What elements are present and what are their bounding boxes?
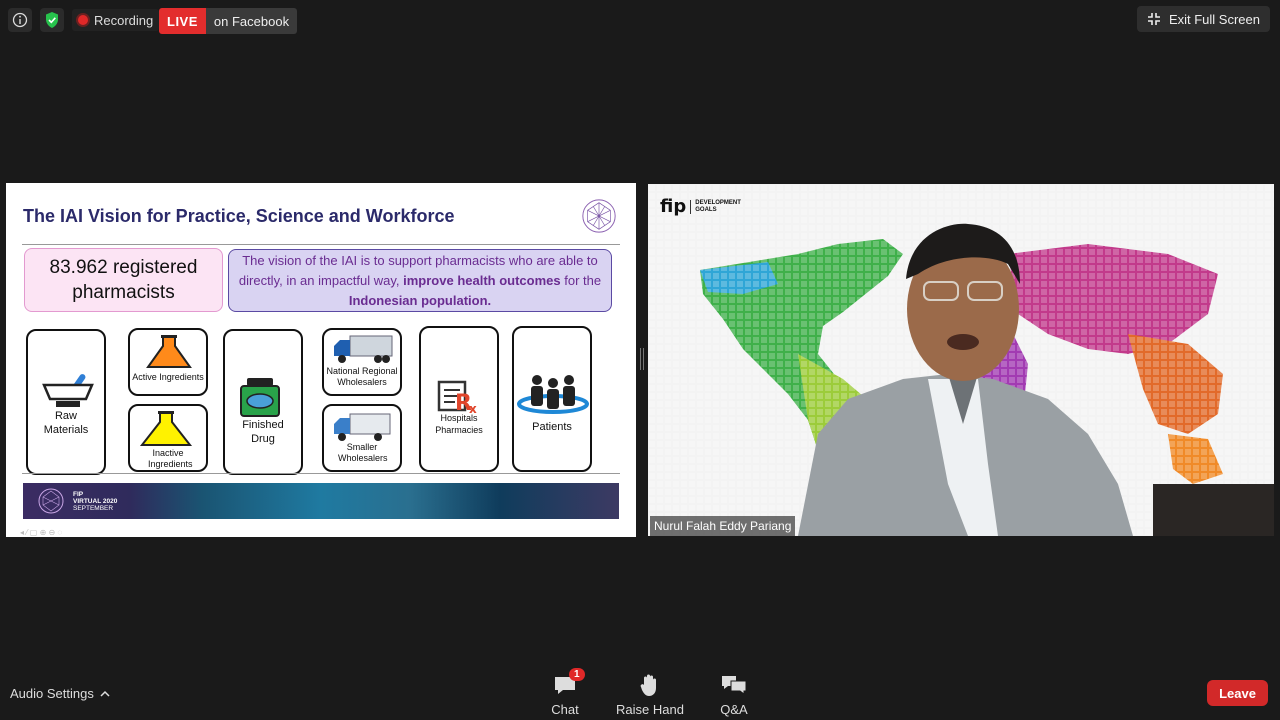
patients-label: Patients xyxy=(532,421,572,433)
shared-slide: The IAI Vision for Practice, Science and… xyxy=(6,183,636,537)
recording-indicator[interactable]: Recording xyxy=(72,9,160,31)
small-truck-icon xyxy=(334,413,391,441)
speaker-video-tile[interactable]: fip DEVELOPMENT GOALS Nurul Falah Eddy P… xyxy=(648,184,1274,536)
exit-fullscreen-icon xyxy=(1147,13,1160,25)
national-wholesalers-label: National Regional Wholesalers xyxy=(326,366,398,387)
rx-icon: R x xyxy=(437,380,477,414)
banner-text: FIP VIRTUAL 2020 SEPTEMBER xyxy=(73,491,117,512)
audio-settings-label: Audio Settings xyxy=(10,686,94,701)
patients-icon xyxy=(517,375,589,414)
stat-line-2: pharmacists xyxy=(72,282,175,303)
patients-box: Patients xyxy=(512,326,592,472)
yellow-flask-icon xyxy=(139,411,193,446)
chat-unread-badge: 1 xyxy=(569,668,585,681)
slide-divider-bottom xyxy=(22,473,620,474)
finished-drug-label: Finished Drug xyxy=(242,419,284,445)
qa-button[interactable]: Q&A xyxy=(694,672,774,717)
fip-development-goals-logo: fip DEVELOPMENT GOALS xyxy=(660,196,741,217)
exit-fullscreen-label: Exit Full Screen xyxy=(1168,11,1260,27)
shield-check-icon[interactable] xyxy=(40,8,64,32)
view-splitter-handle[interactable] xyxy=(640,348,644,370)
recording-label: Recording xyxy=(94,12,154,28)
banner-line-3: SEPTEMBER xyxy=(73,505,114,512)
world-map-background xyxy=(648,184,1274,536)
fip-logo-line-2: GOALS xyxy=(695,206,717,213)
national-wholesalers-box: National Regional Wholesalers xyxy=(322,328,402,396)
pill-bottle-icon xyxy=(240,378,280,417)
hospitals-pharmacies-box: R x Hospitals Pharmacies xyxy=(419,326,499,472)
stat-line-1: 83.962 registered xyxy=(49,257,198,278)
live-platform: on Facebook xyxy=(205,8,298,34)
mortar-pestle-icon xyxy=(42,374,94,407)
audio-settings-button[interactable]: Audio Settings xyxy=(10,686,110,701)
chat-button[interactable]: 1 Chat xyxy=(525,668,605,717)
finished-drug-box: Finished Drug xyxy=(223,329,303,475)
inactive-ingredients-label: Inactive Ingredients xyxy=(148,448,193,469)
fip-logo-text: fip xyxy=(660,196,687,217)
vision-statement-box: The vision of the IAI is to support phar… xyxy=(228,249,612,312)
banner-line-1: FIP xyxy=(73,491,84,498)
banner-logo-icon xyxy=(38,488,64,514)
chevron-up-icon xyxy=(100,690,110,697)
network-logo-icon xyxy=(582,199,616,233)
vision-text-2: for the xyxy=(560,272,602,288)
raise-hand-icon xyxy=(640,674,656,696)
inactive-ingredients-box: Inactive Ingredients xyxy=(128,404,208,472)
active-ingredients-label: Active Ingredients xyxy=(132,372,204,382)
smaller-wholesalers-label: Smaller Wholesalers xyxy=(338,442,388,463)
smaller-wholesalers-box: Smaller Wholesalers xyxy=(322,404,402,472)
raw-materials-label: Raw Materials xyxy=(43,410,89,436)
top-bar: Recording LIVE on Facebook Exit Full Scr… xyxy=(0,0,1280,40)
meeting-controls-bar: Audio Settings 1 Chat Raise Hand Q&A Lea… xyxy=(0,660,1280,720)
fip-virtual-banner: FIP VIRTUAL 2020 SEPTEMBER xyxy=(23,483,619,519)
live-tag: LIVE xyxy=(159,8,206,34)
qa-icon xyxy=(722,676,747,695)
leave-button[interactable]: Leave xyxy=(1207,680,1268,706)
hospitals-pharmacies-label: Hospitals Pharmacies xyxy=(435,413,483,435)
slide-divider-top xyxy=(22,244,620,245)
chat-label: Chat xyxy=(551,702,579,717)
banner-line-2: VIRTUAL 2020 xyxy=(73,498,118,505)
raise-hand-button[interactable]: Raise Hand xyxy=(610,672,690,717)
orange-flask-icon xyxy=(146,335,192,368)
active-ingredients-box: Active Ingredients xyxy=(128,328,208,396)
raw-materials-box: Raw Materials xyxy=(26,329,106,475)
speaker-name-tag: Nurul Falah Eddy Pariang xyxy=(650,516,796,536)
fip-logo-line-1: DEVELOPMENT xyxy=(695,199,741,206)
qa-label: Q&A xyxy=(720,702,748,717)
slide-tools[interactable]: ◂ ⁄ ▢ ⊕ ⊖ ◌ xyxy=(20,528,62,537)
truck-icon xyxy=(334,335,393,363)
pharmacist-count-box: 83.962 registered pharmacists xyxy=(24,248,223,312)
vision-bold-1: improve health outcomes xyxy=(403,272,561,288)
slide-title: The IAI Vision for Practice, Science and… xyxy=(23,206,455,226)
live-stream-indicator[interactable]: LIVE on Facebook xyxy=(159,8,298,34)
exit-fullscreen-button[interactable]: Exit Full Screen xyxy=(1136,6,1270,32)
fip-logo-subtitle: DEVELOPMENT GOALS xyxy=(690,199,741,214)
vision-bold-2: Indonesian population. xyxy=(348,292,492,308)
raise-hand-label: Raise Hand xyxy=(616,702,684,717)
info-icon[interactable] xyxy=(8,8,32,32)
recording-dot-icon xyxy=(78,15,88,25)
